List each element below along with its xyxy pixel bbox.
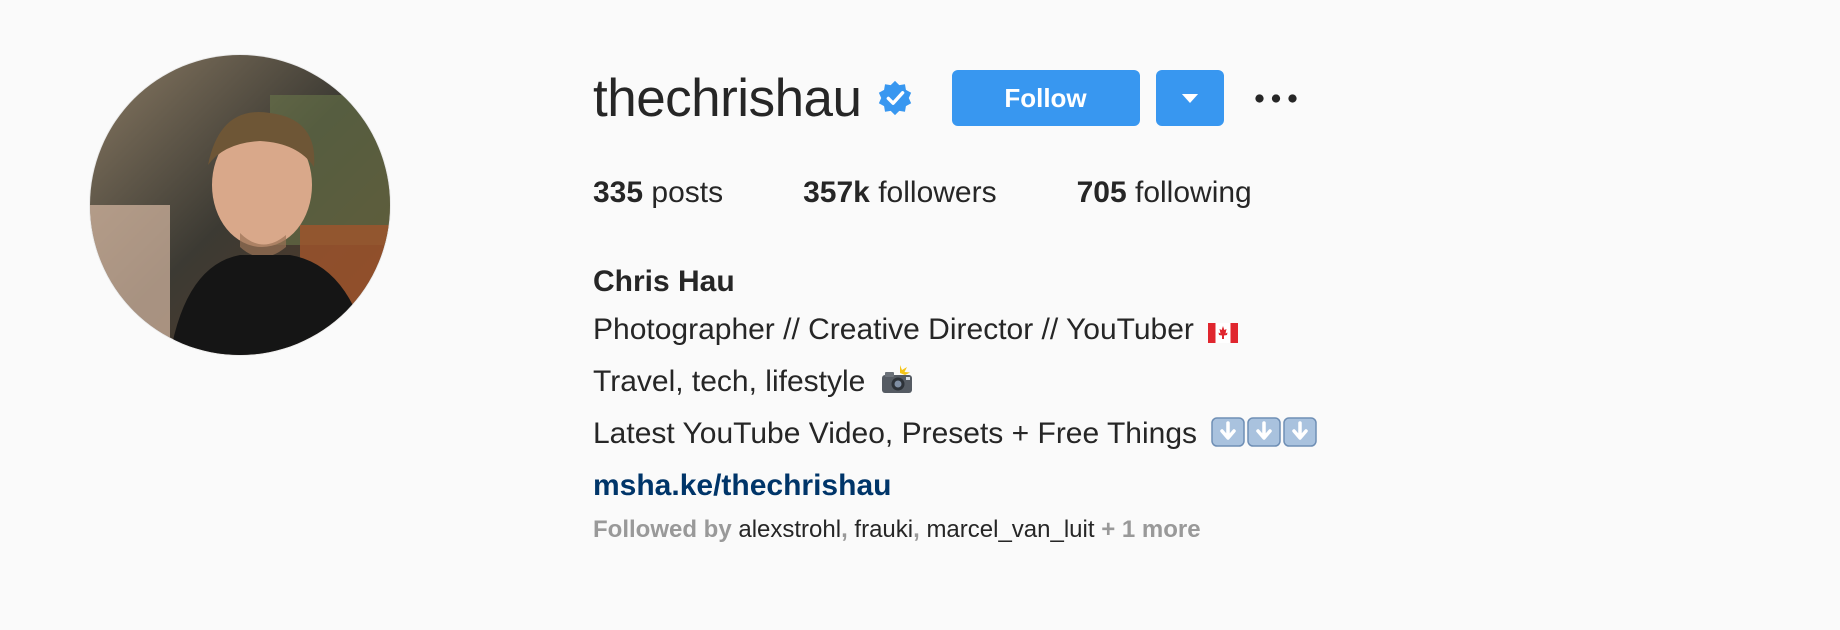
full-name: Chris Hau — [593, 265, 735, 298]
followed-by-prefix: Followed by — [593, 516, 732, 543]
posts-count: 335 posts — [593, 176, 723, 210]
following-count[interactable]: 705 following — [1077, 176, 1252, 210]
down-arrow-icon — [1283, 417, 1318, 447]
followed-by-user[interactable]: frauki — [854, 516, 913, 543]
following-number: 705 — [1076, 176, 1127, 209]
profile-top-row: thechrishau Follow — [593, 58, 1793, 138]
more-options-icon — [1254, 93, 1297, 103]
followed-by: Followed by alexstrohl, frauki, marcel_v… — [593, 516, 1201, 544]
bio-line-3: Latest YouTube Video, Presets + Free Thi… — [593, 410, 1318, 462]
avatar-photo — [90, 55, 390, 355]
followed-by-user[interactable]: alexstrohl — [738, 516, 841, 543]
followed-by-user[interactable]: marcel_van_luit — [926, 516, 1094, 543]
canadian-flag-icon — [1208, 310, 1239, 358]
username: thechrishau — [593, 68, 862, 128]
following-label: following — [1135, 176, 1252, 209]
bio-line-1-text: Photographer // Creative Director // You… — [593, 313, 1194, 346]
camera-with-flash-icon — [880, 362, 914, 410]
posts-number: 335 — [593, 176, 644, 209]
profile-stats: 335 posts 357k followers 705 following — [593, 176, 1332, 210]
triangle-down-icon — [1181, 93, 1198, 103]
bio-line-2-text: Travel, tech, lifestyle — [593, 365, 866, 398]
bio-line-1: Photographer // Creative Director // You… — [593, 306, 1317, 358]
follow-button[interactable]: Follow — [951, 70, 1140, 126]
followers-label: followers — [878, 176, 997, 209]
down-arrow-icons — [1211, 414, 1318, 462]
avatar[interactable] — [90, 55, 390, 355]
down-arrow-icon — [1211, 417, 1246, 447]
more-options-button[interactable] — [1252, 74, 1300, 122]
bio-link[interactable]: msha.ke/thechrishau — [593, 469, 891, 502]
bio-line-2: Travel, tech, lifestyle — [593, 358, 1317, 410]
suggestions-dropdown-button[interactable] — [1155, 70, 1224, 126]
followed-by-separator: , — [913, 516, 920, 543]
verified-badge-icon — [876, 79, 914, 117]
followed-by-more[interactable]: + 1 more — [1101, 516, 1200, 543]
profile-info: thechrishau Follow 335 posts 357k follow… — [593, 58, 1793, 543]
followed-by-separator: , — [841, 516, 848, 543]
followers-number: 357k — [803, 176, 870, 209]
followers-count[interactable]: 357k followers — [803, 176, 996, 210]
down-arrow-icon — [1247, 417, 1282, 447]
profile-header: thechrishau Follow 335 posts 357k follow… — [0, 0, 1840, 630]
posts-label: posts — [651, 176, 724, 209]
bio-line-3-text: Latest YouTube Video, Presets + Free Thi… — [593, 417, 1198, 450]
profile-bio: Chris Hau Photographer // Creative Direc… — [593, 258, 1318, 510]
bio-link-row: msha.ke/thechrishau — [593, 462, 1317, 510]
